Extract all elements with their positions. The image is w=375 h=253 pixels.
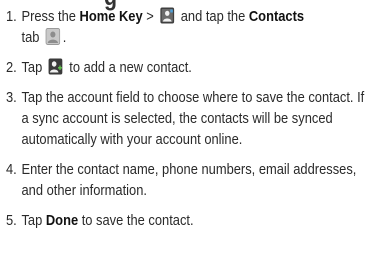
step-text: . (62, 29, 67, 46)
step-text: > (142, 8, 158, 25)
step-text: Tap (21, 212, 46, 229)
instruction-page: g 1. Press the Home Key > and tap the Co… (0, 0, 375, 253)
step-text: to save the contact. (78, 212, 194, 229)
step-5: 5. Tap Done to save the contact. (6, 210, 365, 231)
add-contact-icon (48, 58, 63, 75)
step-text: Press the (21, 8, 80, 25)
contacts-label: Contacts (248, 8, 305, 25)
step-text: and tap the (177, 8, 249, 25)
steps-list: 1. Press the Home Key > and tap the Cont… (6, 6, 368, 240)
step-3: 3. Tap the account field to choose where… (6, 87, 365, 150)
step-number: 3. (6, 89, 17, 106)
step-text: Tap the account field to choose where to… (21, 89, 365, 148)
step-text: Enter the contact name, phone numbers, e… (21, 161, 357, 199)
apps-launcher-icon (160, 7, 175, 24)
step-text: tab (21, 29, 44, 46)
step-number: 4. (6, 161, 17, 178)
contacts-tab-icon (45, 28, 61, 45)
step-4: 4. Enter the contact name, phone numbers… (6, 159, 365, 201)
step-text: Tap (21, 59, 46, 76)
home-key-label: Home Key (79, 8, 143, 25)
step-number: 1. (6, 8, 17, 25)
step-1: 1. Press the Home Key > and tap the Cont… (6, 6, 359, 48)
step-number: 5. (6, 212, 17, 229)
step-text: to add a new contact. (65, 59, 192, 76)
done-label: Done (45, 212, 79, 229)
step-number: 2. (6, 59, 17, 76)
step-2: 2. Tap to add a new contact. (6, 57, 365, 78)
